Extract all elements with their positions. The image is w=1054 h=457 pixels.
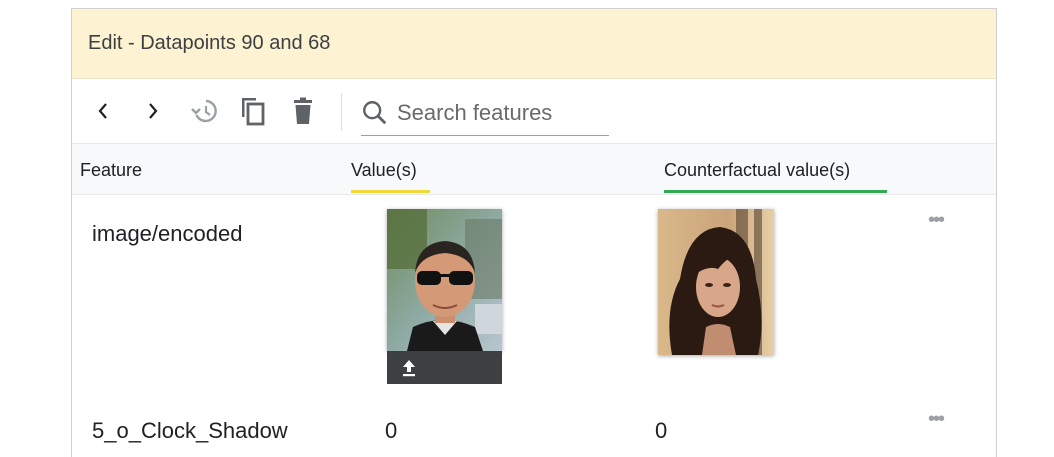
datapoint-editor-panel: Edit - Datapoints 90 and 68 Search featu… (71, 8, 997, 457)
column-header-feature: Feature (80, 160, 143, 180)
search-icon (363, 101, 387, 125)
delete-icon (294, 97, 312, 124)
editor-title: Edit - Datapoints 90 and 68 (88, 32, 331, 54)
row-options-menu[interactable]: ••• (928, 408, 945, 431)
copy-icon (242, 98, 265, 126)
search-features-input[interactable] (395, 99, 609, 127)
upload-icon (403, 359, 415, 376)
search-features (361, 91, 609, 136)
portrait-woman-image (658, 209, 774, 355)
toolbar-divider (341, 93, 342, 131)
previous-datapoint-button[interactable] (88, 79, 118, 143)
history-icon (191, 99, 217, 123)
next-datapoint-button[interactable] (138, 79, 168, 143)
column-header-counterfactual: Counterfactual value(s) (664, 160, 851, 180)
column-header-values: Value(s) (351, 160, 417, 180)
counterfactual-legend-underline (664, 190, 887, 193)
feature-table-header: Feature Value(s) Counterfactual value(s) (72, 143, 996, 195)
row-options-menu[interactable]: ••• (928, 209, 945, 232)
values-legend-underline (351, 190, 430, 193)
editor-toolbar (72, 79, 996, 143)
feature-name: 5_o_Clock_Shadow (92, 418, 288, 443)
delete-datapoint-button[interactable] (286, 79, 320, 143)
editor-header: Edit - Datapoints 90 and 68 (72, 9, 996, 79)
feature-value[interactable]: 0 (385, 418, 397, 444)
revert-datapoint-button[interactable] (188, 79, 222, 143)
value-image-thumbnail[interactable] (387, 209, 502, 351)
chevron-left-icon (98, 103, 107, 119)
duplicate-datapoint-button[interactable] (236, 79, 270, 143)
counterfactual-value[interactable]: 0 (655, 418, 667, 444)
table-row: 5_o_Clock_Shadow 0 0 ••• (72, 400, 996, 456)
upload-image-button[interactable] (387, 351, 502, 384)
feature-name: image/encoded (92, 221, 243, 246)
table-row: image/encoded ••• (72, 195, 996, 400)
portrait-man-image (387, 209, 502, 351)
chevron-right-icon (149, 103, 158, 119)
counterfactual-image-thumbnail[interactable] (658, 209, 774, 355)
